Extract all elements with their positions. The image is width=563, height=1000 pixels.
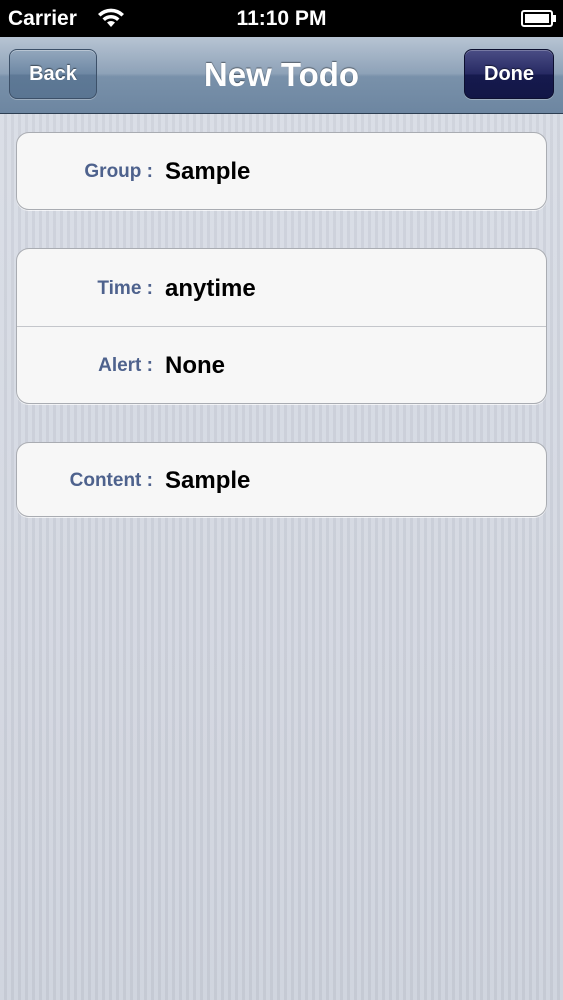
group-row[interactable]: Group : Sample <box>17 133 546 209</box>
group-label: Group : <box>84 161 153 182</box>
time-value: anytime <box>165 275 256 302</box>
content-value: Sample <box>165 467 251 494</box>
group-section: Group : Sample <box>16 132 547 210</box>
alert-row[interactable]: Alert : None <box>17 326 546 403</box>
back-button[interactable]: Back <box>9 49 97 99</box>
done-button[interactable]: Done <box>464 49 554 99</box>
time-row[interactable]: Time : anytime <box>17 249 546 326</box>
time-label: Time : <box>97 278 153 299</box>
page-title: New Todo <box>203 56 360 93</box>
navigation-bar: Back New Todo Done <box>0 37 563 114</box>
content-label: Content : <box>69 470 153 491</box>
schedule-section: Time : anytime Alert : None <box>16 248 547 404</box>
content-row[interactable]: Content : Sample <box>17 443 546 516</box>
alert-label: Alert : <box>98 355 153 376</box>
group-value: Sample <box>165 158 251 185</box>
content-section: Content : Sample <box>16 442 547 517</box>
status-time: 11:10 PM <box>236 7 327 30</box>
battery-icon <box>521 10 556 27</box>
alert-value: None <box>165 352 225 379</box>
status-bar: Carrier 11:10 PM <box>0 0 563 37</box>
